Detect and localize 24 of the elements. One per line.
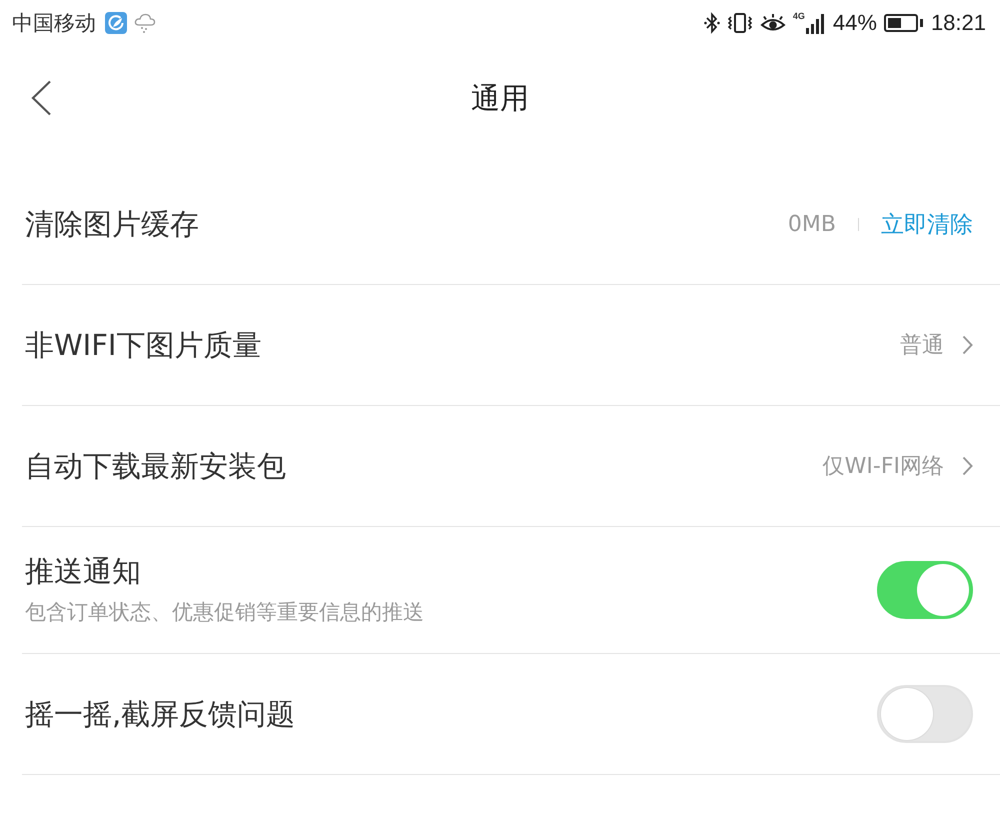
setting-value-link[interactable]: 仅WI-FI网络 [822, 451, 973, 481]
setting-title: 推送通知 [25, 553, 141, 590]
bluetooth-icon [704, 12, 720, 34]
clear-now-link[interactable]: 立即清除 [881, 208, 973, 240]
vibrate-icon [726, 12, 753, 34]
setting-value-link[interactable]: 普通 [900, 330, 973, 360]
battery-icon [884, 13, 924, 33]
chevron-right-icon [962, 335, 973, 355]
back-icon [30, 80, 52, 116]
chevron-right-icon [962, 456, 973, 476]
setting-title: 非WIFI下图片质量 [25, 326, 262, 364]
page-title: 通用 [471, 80, 529, 116]
clock-time: 18:21 [930, 12, 986, 34]
setting-title: 摇一摇,截屏反馈问题 [25, 696, 296, 732]
signal-icon [806, 14, 826, 34]
network-type-label: 4G [792, 12, 805, 21]
battery-percent: 44% [832, 12, 877, 34]
setting-title: 自动下载最新安装包 [25, 448, 286, 484]
carrier-label: 中国移动 [12, 12, 96, 34]
app-icon [105, 12, 127, 34]
cache-size-value: 0MB [788, 212, 836, 236]
weather-cloud-icon [134, 13, 156, 33]
setting-description: 包含订单状态、优惠促销等重要信息的推送 [25, 599, 424, 626]
setting-title: 清除图片缓存 [25, 206, 199, 242]
